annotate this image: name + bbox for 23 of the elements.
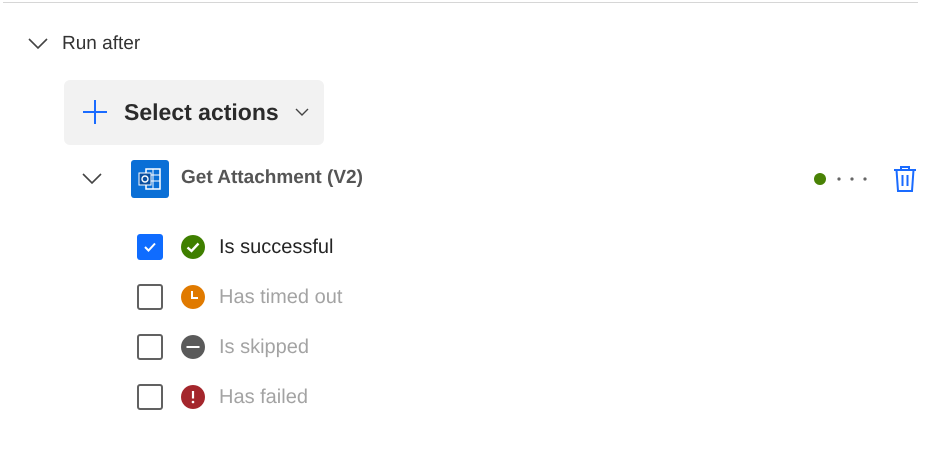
condition-label: Has timed out [219, 284, 342, 310]
chevron-icon[interactable] [82, 172, 102, 184]
condition-label: Has failed [219, 384, 308, 410]
checkbox[interactable] [137, 284, 163, 310]
checkbox[interactable] [137, 234, 163, 260]
chevron-icon[interactable] [28, 38, 48, 50]
mail-app-icon [131, 160, 169, 198]
more-icon[interactable] [836, 176, 868, 182]
section-title: Run after [62, 32, 140, 56]
clock-icon [181, 284, 205, 308]
caret-icon [294, 108, 309, 116]
check-circle-icon [181, 234, 205, 258]
select-actions-button[interactable]: Select actions [64, 80, 324, 144]
trash-icon[interactable] [892, 164, 918, 192]
checkbox[interactable] [137, 384, 163, 410]
action-name: Get Attachment (V2) [181, 166, 363, 190]
exclamation-circle-icon [181, 384, 205, 408]
checkbox[interactable] [137, 334, 163, 360]
check-icon [143, 240, 157, 252]
plus-icon [82, 99, 108, 125]
condition-label: Is successful [219, 234, 334, 260]
minus-circle-icon [181, 334, 205, 358]
condition-label: Is skipped [219, 334, 310, 360]
